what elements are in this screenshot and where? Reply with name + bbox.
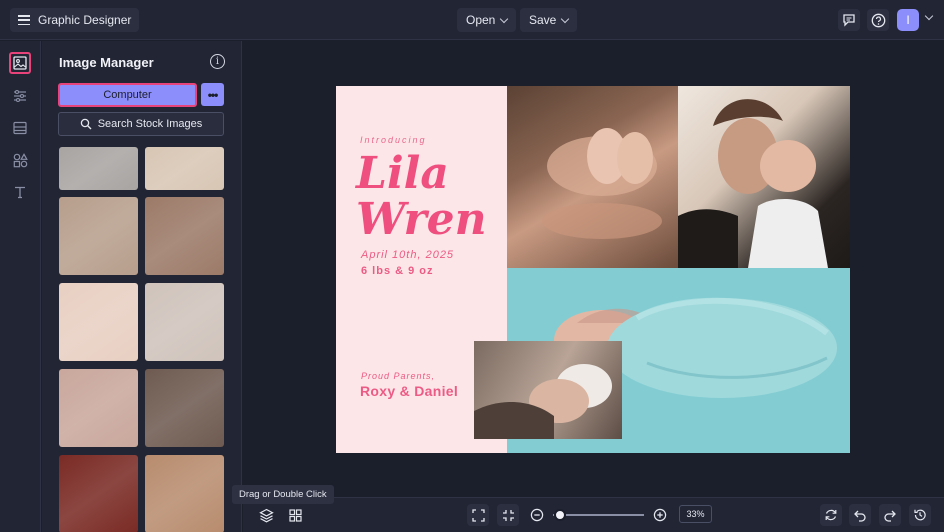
expand-icon	[471, 508, 485, 522]
layout-icon	[13, 121, 27, 135]
image-manager-panel: Image Manager i Computer ••• Search Stoc…	[42, 41, 242, 532]
history-icon	[914, 509, 926, 521]
layers-button[interactable]	[255, 504, 277, 526]
save-dropdown[interactable]: Save	[520, 8, 578, 32]
card-parents-names[interactable]: Roxy & Daniel	[360, 383, 458, 399]
shapes-icon	[13, 152, 28, 167]
rail-item-image-manager[interactable]	[9, 52, 31, 74]
photo-hands-feet[interactable]	[507, 86, 678, 268]
baby-feet-blanket-thumb[interactable]	[145, 147, 224, 190]
card-birth-date[interactable]: April 10th, 2025	[361, 249, 454, 261]
layers-icon	[258, 508, 274, 522]
photo-baby-in-hat[interactable]	[474, 341, 622, 439]
drag-tooltip: Drag or Double Click	[232, 485, 334, 504]
refresh-icon	[825, 509, 837, 521]
save-label: Save	[529, 13, 557, 27]
user-avatar[interactable]: I	[897, 9, 919, 31]
rail-item-graphics[interactable]	[9, 149, 31, 171]
history-button[interactable]	[909, 504, 931, 526]
zoom-out-button[interactable]	[526, 504, 548, 526]
redo-button[interactable]	[879, 504, 901, 526]
plus-circle-icon	[653, 508, 667, 522]
photo-hands-feet-art	[542, 128, 662, 239]
help-button[interactable]	[867, 9, 889, 31]
hamburger-icon	[18, 15, 30, 25]
comment-icon	[843, 14, 855, 27]
baby-sleeping-thumb[interactable]	[59, 147, 138, 190]
hands-holding-feet-thumb[interactable]	[145, 197, 224, 275]
rail-item-adjustments[interactable]	[9, 85, 31, 107]
hand-on-baby-head-thumb[interactable]	[145, 455, 224, 532]
shrink-view-button[interactable]	[497, 504, 519, 526]
tool-rail	[0, 41, 41, 532]
card-last-name[interactable]: Wren	[356, 198, 487, 242]
grid-icon	[288, 508, 302, 522]
zoom-level-input[interactable]: 33%	[679, 505, 712, 523]
card-proud-label[interactable]: Proud Parents,	[361, 371, 435, 381]
card-birth-weight[interactable]: 6 lbs & 9 oz	[361, 265, 434, 277]
rail-item-text[interactable]	[9, 181, 31, 203]
grid-view-button[interactable]	[284, 504, 306, 526]
photo-mother-art	[678, 99, 828, 268]
photo-mother-kissing-baby[interactable]	[678, 86, 850, 268]
upload-computer-button[interactable]: Computer	[58, 83, 197, 107]
open-label: Open	[466, 13, 496, 27]
open-dropdown[interactable]: Open	[457, 8, 517, 32]
zoom-slider-track[interactable]	[553, 514, 644, 516]
app-title: Graphic Designer	[38, 13, 132, 27]
card-first-name[interactable]: Lila	[356, 152, 449, 196]
mother-kissing-baby-thumb[interactable]	[145, 369, 224, 447]
panel-title: Image Manager	[59, 55, 154, 70]
undo-button[interactable]	[849, 504, 871, 526]
redo-icon	[884, 510, 896, 522]
more-options-button[interactable]: •••	[201, 83, 224, 106]
zoom-in-button[interactable]	[649, 504, 671, 526]
card-intro-text[interactable]: Introducing	[360, 135, 427, 145]
search-stock-label: Search Stock Images	[97, 118, 203, 130]
minus-circle-icon	[530, 508, 544, 522]
hands-baby-feet-thumb[interactable]	[59, 283, 138, 361]
collapse-icon	[502, 509, 514, 521]
parents-with-baby-thumb[interactable]	[59, 197, 138, 275]
rotate-button[interactable]	[820, 504, 842, 526]
baby-feet-closeup-thumb[interactable]	[59, 369, 138, 447]
help-icon	[871, 13, 885, 27]
account-chevron-icon[interactable]	[924, 11, 934, 21]
baby-white-outfit-thumb[interactable]	[145, 283, 224, 361]
chevron-down-icon	[500, 14, 509, 23]
chevron-down-icon	[561, 14, 570, 23]
text-icon	[15, 186, 25, 199]
comments-button[interactable]	[838, 9, 860, 31]
baby-dark-blanket-thumb[interactable]	[59, 455, 138, 532]
rail-item-layouts[interactable]	[9, 117, 31, 139]
image-icon	[13, 56, 27, 70]
photo-baby-hat-art	[474, 364, 612, 439]
birth-announcement-card[interactable]: Introducing Lila Wren April 10th, 2025 6…	[336, 86, 850, 453]
search-icon	[80, 118, 92, 130]
top-bar: Graphic Designer Open Save I	[0, 0, 944, 40]
app-menu-button[interactable]: Graphic Designer	[10, 8, 140, 32]
undo-icon	[854, 510, 866, 522]
fit-to-screen-button[interactable]	[467, 504, 489, 526]
search-stock-images-button[interactable]: Search Stock Images	[58, 112, 224, 136]
info-icon[interactable]: i	[210, 54, 225, 69]
sliders-icon	[14, 89, 26, 103]
